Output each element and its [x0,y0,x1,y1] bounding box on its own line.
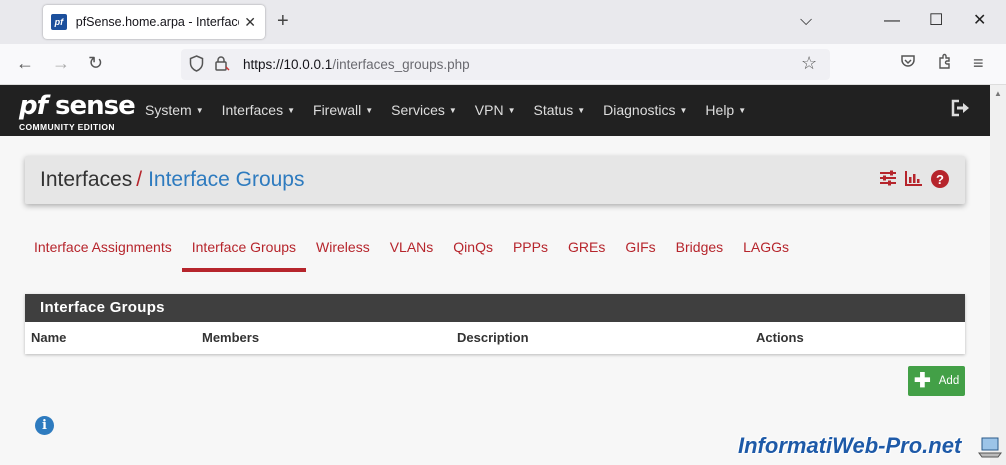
interface-tabs: Interface Assignments Interface Groups W… [24,234,799,272]
top-menu: System ▼ Interfaces ▼ Firewall ▼ Services ▼ … [136,85,755,136]
minimize-icon[interactable]: — [884,12,900,30]
forward-icon[interactable]: → [52,53,70,73]
add-button-label: Add [938,375,960,387]
url-text[interactable]: https://10.0.0.1/interfaces_groups.php [243,57,470,72]
tab-gres[interactable]: GREs [558,234,615,272]
column-description[interactable]: Description [457,330,529,345]
breadcrumb-interfaces[interactable]: Interfaces [40,168,132,191]
logout-icon[interactable] [951,99,971,122]
browser-tab-title: pfSense.home.arpa - Interfaces: Interfac… [75,15,239,29]
tab-list-chevron-icon[interactable]: ⌵ [800,12,812,30]
pocket-icon[interactable] [900,53,916,73]
caret-down-icon: ▼ [365,106,374,115]
caret-down-icon: ▼ [448,106,457,115]
help-icon[interactable]: ? [931,170,949,188]
page-scrollbar[interactable]: ▲ [990,85,1006,465]
page-title[interactable]: Interface Groups [148,168,304,191]
star-icon[interactable]: ☆ [801,53,817,74]
shield-icon[interactable] [189,55,204,76]
tab-bridges[interactable]: Bridges [666,234,733,272]
menu-services[interactable]: Services ▼ [382,85,466,136]
interface-groups-panel: Interface Groups Name Members Descriptio… [25,294,965,354]
breadcrumb-separator: / [136,168,143,191]
column-actions[interactable]: Actions [756,330,804,345]
menu-icon[interactable]: ≡ [973,53,984,73]
browser-tab-bar: pf pfSense.home.arpa - Interfaces: Inter… [0,0,1006,44]
info-icon[interactable]: i [35,416,54,435]
bar-chart-icon[interactable] [905,170,923,191]
back-icon[interactable]: ← [16,53,34,73]
tab-laggs[interactable]: LAGGs [733,234,799,272]
lock-icon[interactable] [214,55,230,76]
caret-down-icon: ▼ [738,106,747,115]
add-button[interactable]: ✚ Add [908,366,965,396]
browser-nav-bar: ← → ↻ https://10.0.0.1/interfaces_groups… [0,44,1006,85]
caret-down-icon: ▼ [195,106,204,115]
menu-diagnostics[interactable]: Diagnostics ▼ [594,85,696,136]
tab-qinqs[interactable]: QinQs [443,234,503,272]
caret-down-icon: ▼ [679,106,688,115]
table-header: Name Members Description Actions [25,322,965,354]
plus-icon: ✚ [914,370,931,392]
breadcrumb: Interfaces / Interface Groups ? [25,156,965,204]
tab-wireless[interactable]: Wireless [306,234,380,272]
column-members[interactable]: Members [202,330,259,345]
maximize-icon[interactable]: ☐ [929,12,943,30]
pfsense-header: pf sense COMMUNITY EDITION System ▼ Inter… [0,85,990,136]
pfsense-favicon-icon: pf [51,14,67,30]
sliders-icon[interactable] [879,170,897,191]
caret-down-icon: ▼ [577,106,586,115]
reload-icon[interactable]: ↻ [88,53,103,73]
menu-vpn[interactable]: VPN ▼ [466,85,525,136]
address-bar[interactable]: https://10.0.0.1/interfaces_groups.php ☆ [181,49,830,80]
scroll-up-arrow-icon[interactable]: ▲ [994,89,1002,98]
tab-interface-assignments[interactable]: Interface Assignments [24,234,182,272]
caret-down-icon: ▼ [507,106,516,115]
menu-system[interactable]: System ▼ [136,85,213,136]
pfsense-logo[interactable]: pf sense COMMUNITY EDITION [19,89,136,133]
watermark: InformatiWeb-Pro.net [738,433,962,458]
menu-help[interactable]: Help ▼ [696,85,755,136]
menu-firewall[interactable]: Firewall ▼ [304,85,382,136]
tab-gifs[interactable]: GIFs [615,234,665,272]
close-tab-icon[interactable]: ✕ [243,14,257,31]
close-window-icon[interactable]: ✕ [973,12,986,30]
tab-interface-groups[interactable]: Interface Groups [181,234,307,272]
menu-status[interactable]: Status ▼ [525,85,595,136]
column-name[interactable]: Name [31,330,66,345]
menu-interfaces[interactable]: Interfaces ▼ [213,85,304,136]
laptop-watermark-icon [977,436,1003,460]
browser-tab[interactable]: pf pfSense.home.arpa - Interfaces: Inter… [43,5,265,39]
caret-down-icon: ▼ [287,106,296,115]
tab-ppps[interactable]: PPPs [503,234,558,272]
new-tab-button[interactable]: + [277,10,289,32]
tab-vlans[interactable]: VLANs [380,234,444,272]
extensions-icon[interactable] [937,53,953,74]
panel-title: Interface Groups [25,294,965,322]
